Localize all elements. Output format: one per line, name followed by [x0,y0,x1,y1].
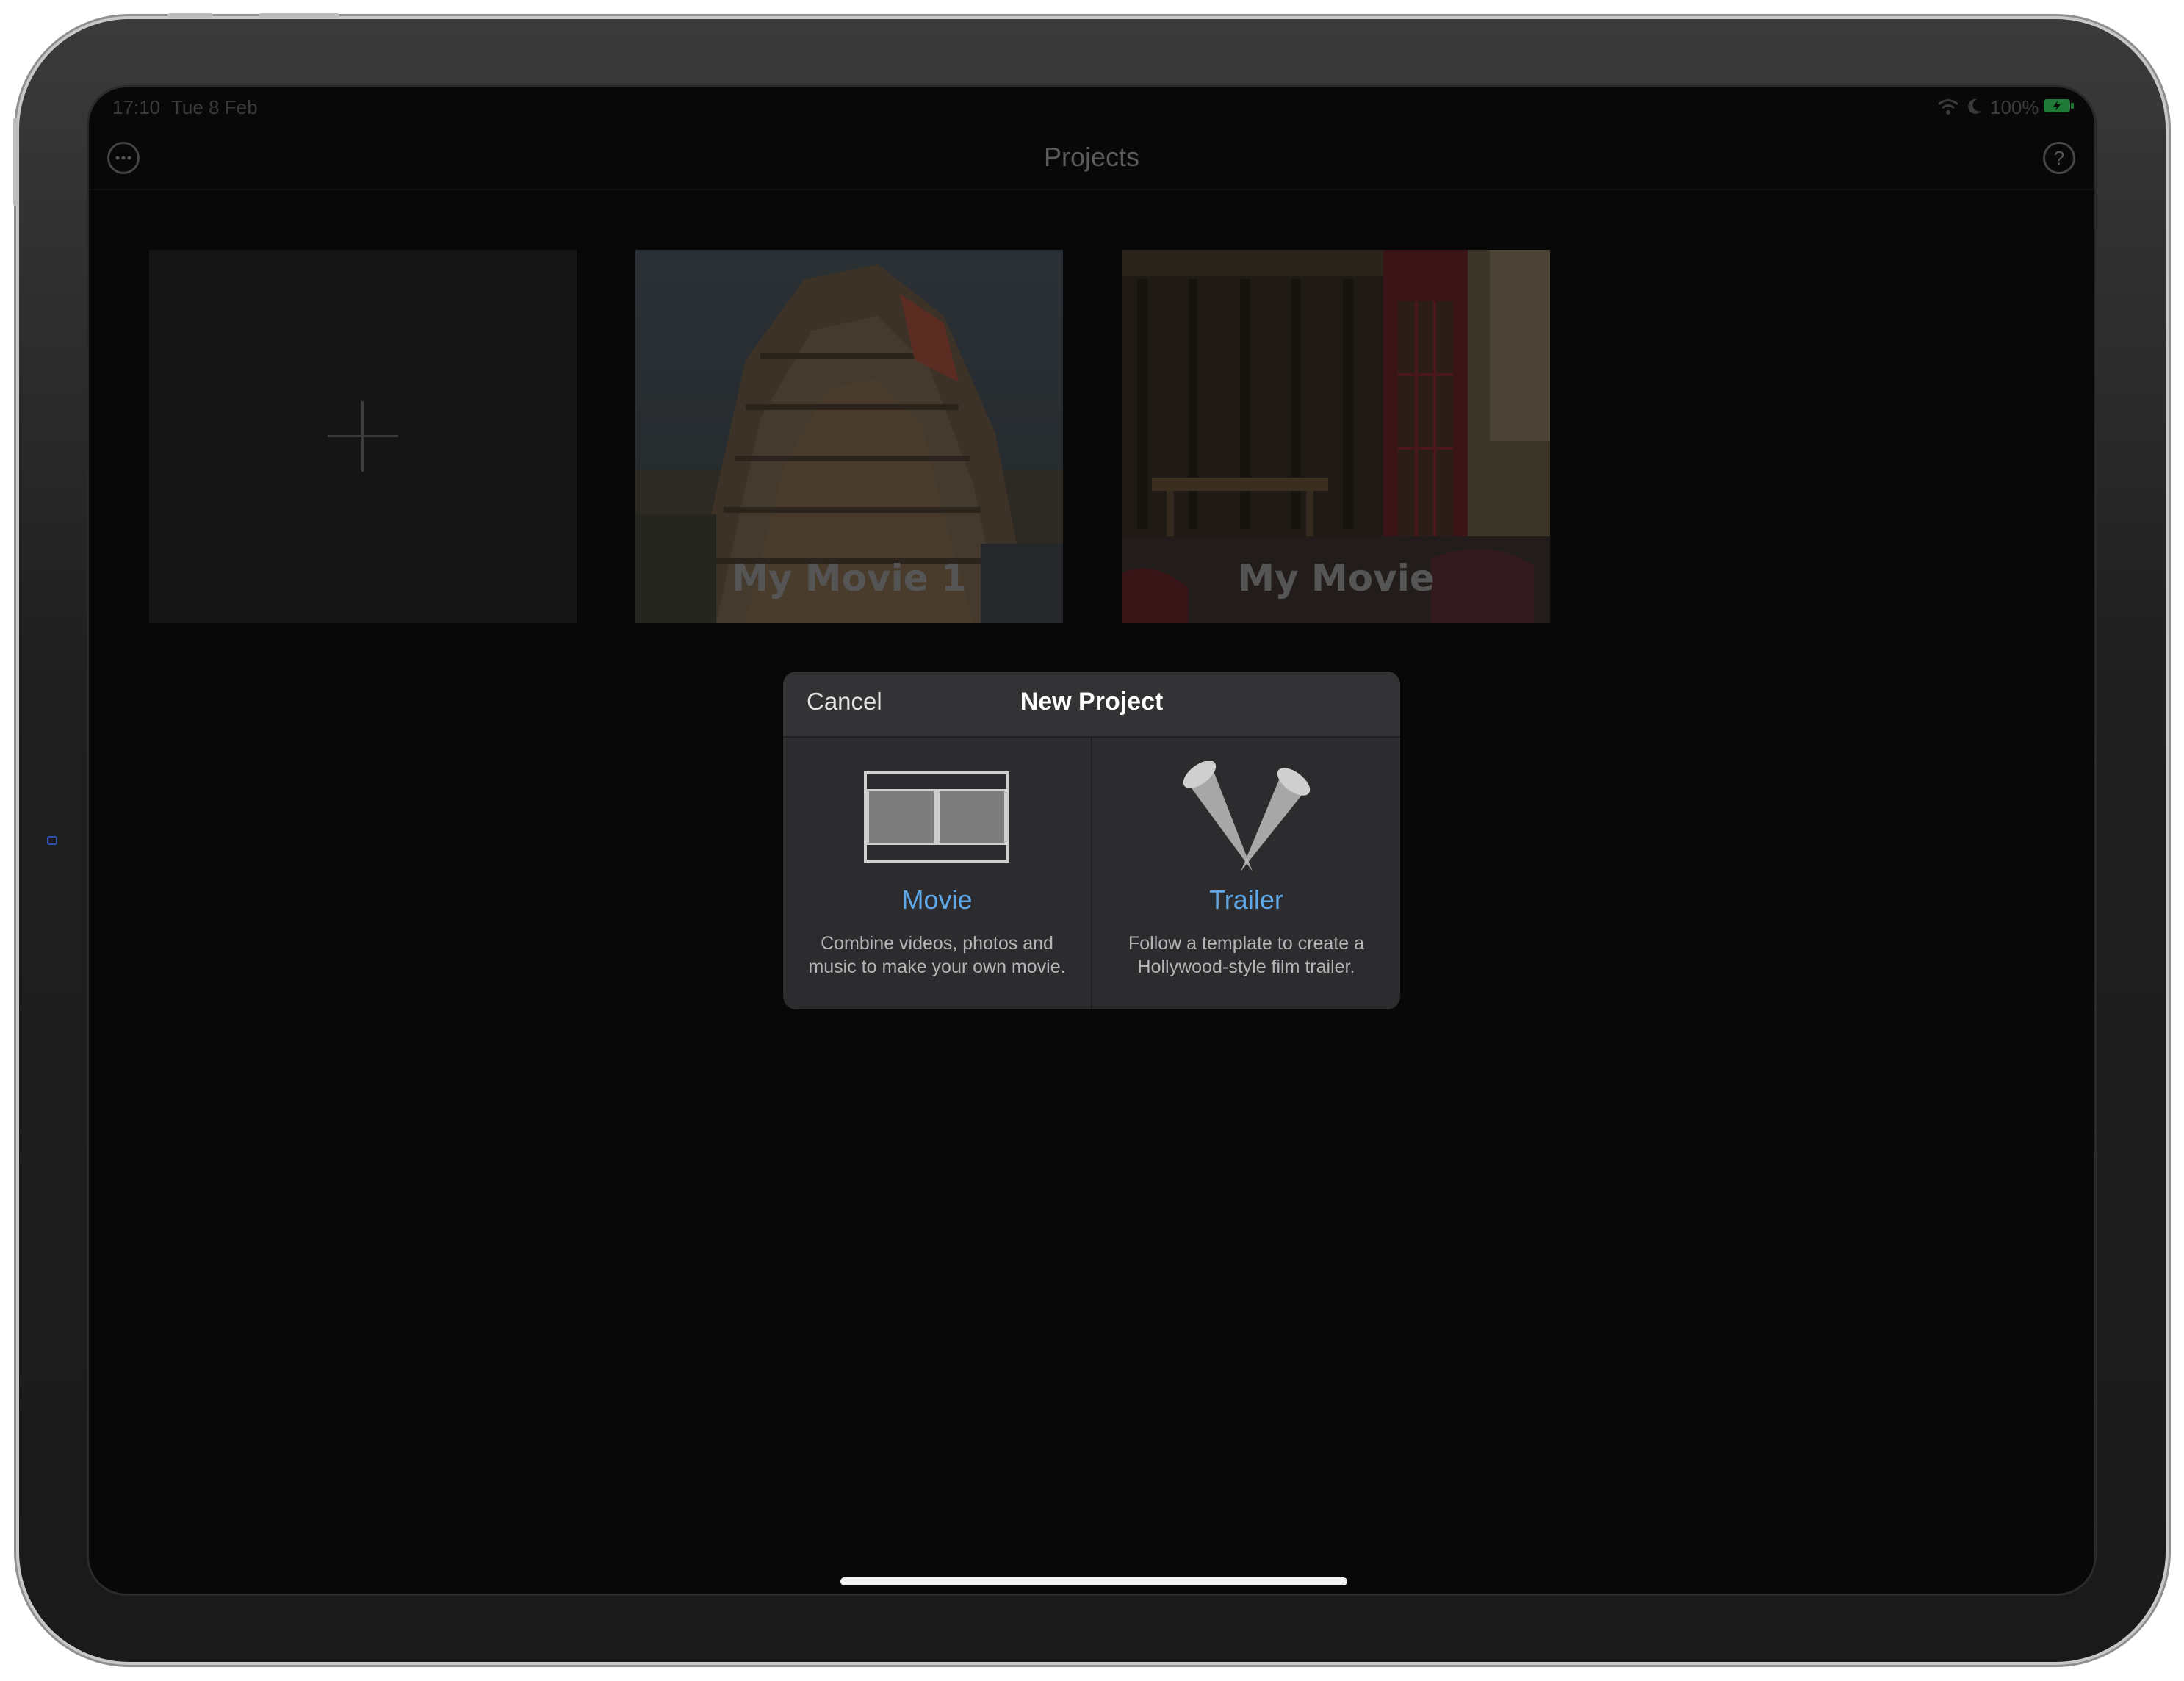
trailer-option[interactable]: Trailer Follow a template to create a Ho… [1092,738,1400,1009]
project-title: My Movie [1238,557,1435,600]
dialog-title: New Project [1020,688,1164,716]
trailer-description-line2: Hollywood-style film trailer. [1137,957,1355,977]
top-button-1 [167,13,213,18]
page-title: Projects [1043,142,1140,172]
home-indicator[interactable] [840,1577,1347,1585]
camera-indicator [47,836,57,845]
movie-label: Movie [901,885,973,915]
movie-option[interactable]: Movie Combine videos, photos and music t… [783,738,1091,1009]
trailer-description-line1: Follow a template to create a [1128,933,1364,954]
nav-divider [89,189,2094,190]
moon-icon [1967,98,1983,119]
new-project-dialog: Cancel New Project Movie Combine videos,… [783,672,1400,1009]
plus-icon-vertical [361,401,364,472]
new-project-tile[interactable] [149,250,577,623]
wifi-icon [1937,98,1959,119]
camera-dot [35,720,65,749]
side-button [13,118,18,206]
film-strip-icon [864,771,1009,863]
status-date: Tue 8 Feb [171,96,258,118]
battery-percent: 100% [1990,96,2039,118]
sensor-dot [35,876,65,905]
movie-description-line2: music to make your own movie. [808,957,1066,977]
top-button-2 [259,13,339,18]
project-tile-my-movie[interactable]: My Movie [1122,250,1550,623]
spotlights-icon [1183,761,1311,871]
project-tile-my-movie-1[interactable]: My Movie 1 [635,250,1063,623]
movie-description-line1: Combine videos, photos and [821,933,1053,954]
project-title: My Movie 1 [732,557,967,600]
status-time: 17:10 [112,96,161,118]
battery-icon [2043,98,2075,118]
sensor-dot [38,932,62,955]
trailer-label: Trailer [1209,885,1283,915]
help-icon[interactable]: ? [2043,142,2075,174]
